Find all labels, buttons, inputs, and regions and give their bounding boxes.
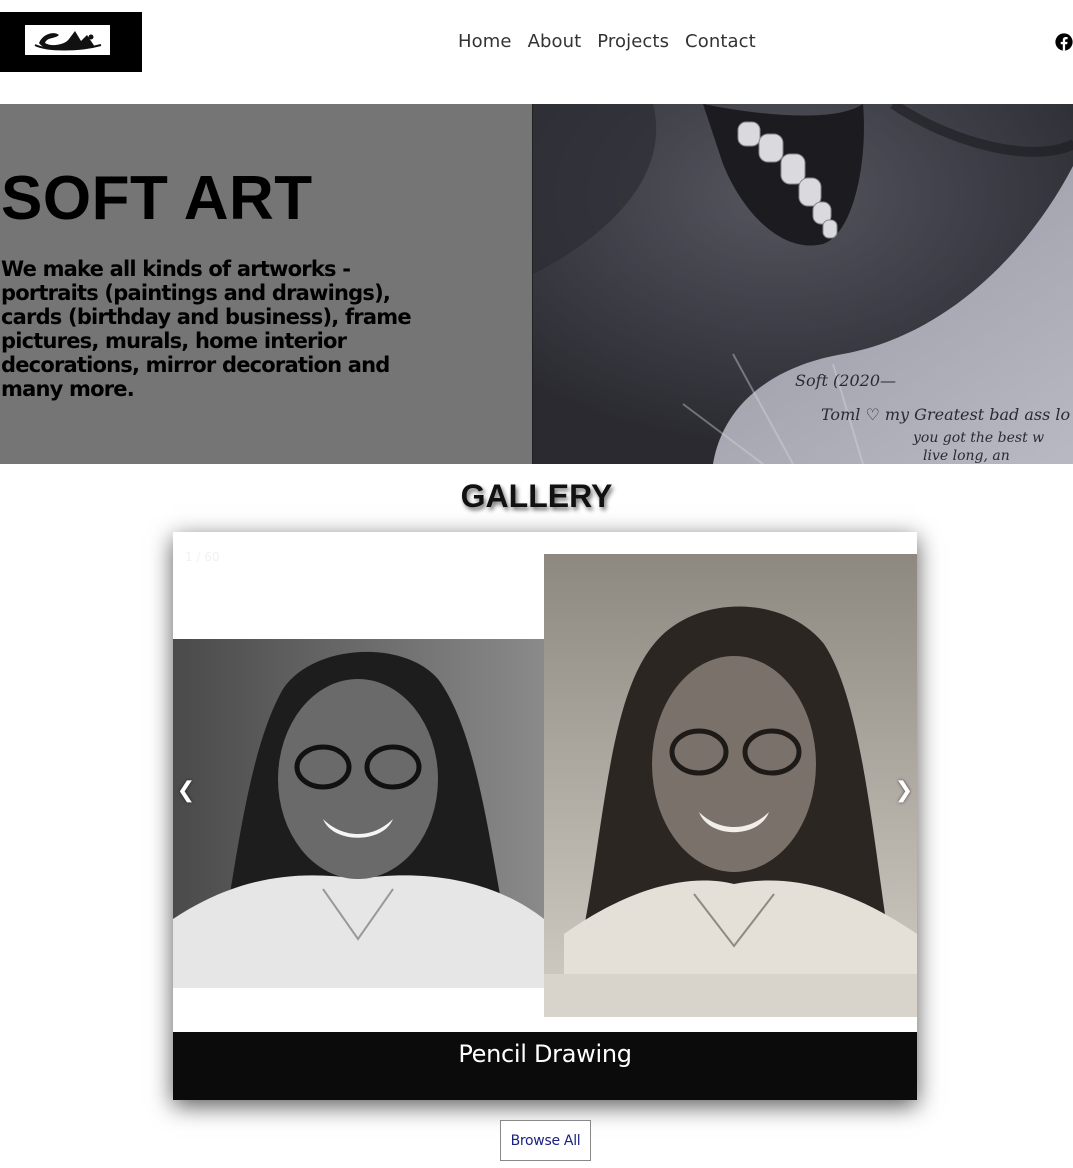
hero-section: SOFT ART We make all kinds of artworks -… — [0, 104, 1073, 464]
nav-about[interactable]: About — [528, 29, 582, 55]
prev-slide-button[interactable]: ❮ — [173, 778, 199, 803]
gallery-title: GALLERY — [460, 478, 613, 514]
slide-counter: 1 / 60 — [185, 550, 220, 564]
hero-title: SOFT ART — [1, 164, 313, 233]
svg-text:live long, an: live long, an — [923, 448, 1010, 464]
hero-image: Soft (2020— Toml ♡ my Greatest bad ass l… — [532, 104, 1073, 464]
next-slide-button[interactable]: ❯ — [891, 778, 917, 803]
logo-mark — [25, 25, 110, 55]
drawing-photo — [544, 554, 917, 1017]
nav-home[interactable]: Home — [458, 29, 512, 55]
hero-description: We make all kinds of artworks - portrait… — [1, 257, 412, 401]
svg-text:you got the best w: you got the best w — [912, 430, 1044, 446]
slide-image: 1 / 60 ❮ ❯ — [173, 532, 917, 1032]
main-nav: Home About Projects Contact — [458, 29, 756, 55]
reference-photo — [173, 639, 544, 988]
logo[interactable] — [0, 12, 142, 72]
caption-bar: Pencil Drawing — [173, 1032, 917, 1100]
svg-text:Toml ♡ my Greatest bad ass lo: Toml ♡ my Greatest bad ass lo — [821, 405, 1070, 424]
hero-text-panel: SOFT ART We make all kinds of artworks -… — [0, 104, 532, 464]
facebook-icon[interactable] — [1055, 33, 1073, 51]
svg-text:Soft (2020—: Soft (2020— — [795, 371, 896, 390]
gallery-slideshow: 1 / 60 ❮ ❯ Pencil Drawing — [173, 532, 917, 1100]
slide-caption: Pencil Drawing — [458, 1040, 632, 1068]
nav-projects[interactable]: Projects — [597, 29, 669, 55]
logo-image — [34, 31, 102, 51]
nav-contact[interactable]: Contact — [685, 29, 756, 55]
browse-all-button[interactable]: Browse All — [500, 1120, 591, 1161]
